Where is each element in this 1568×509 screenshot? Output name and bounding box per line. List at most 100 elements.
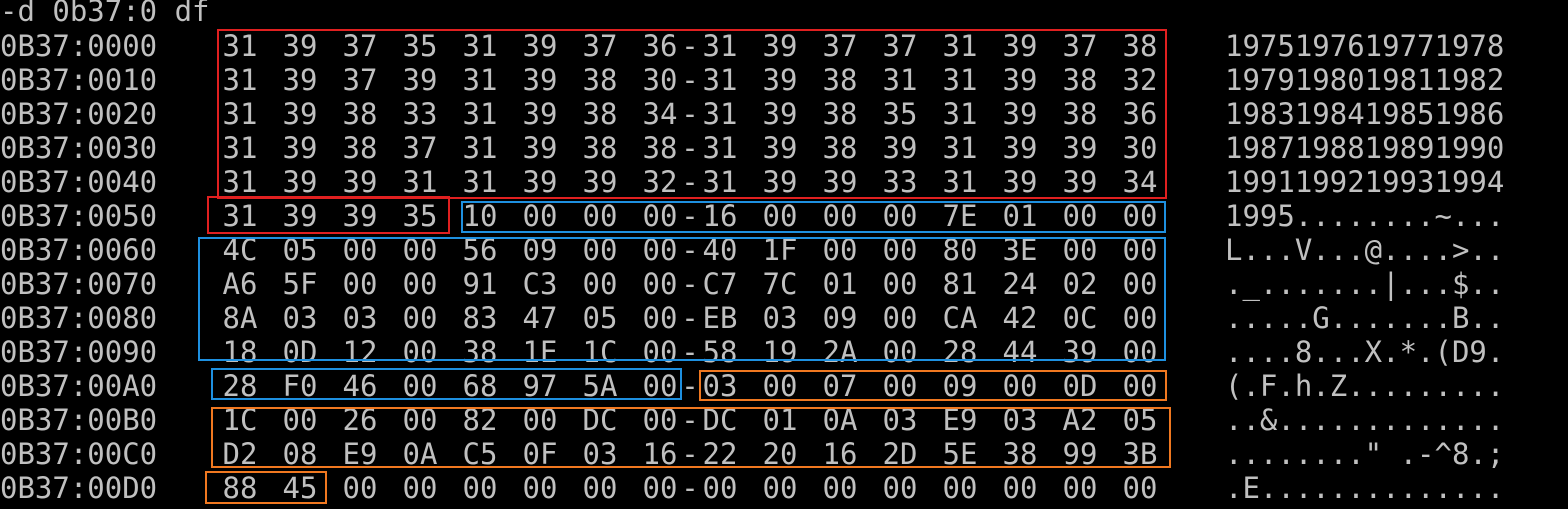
hex-byte: 05 bbox=[582, 301, 618, 335]
hex-byte: 28 bbox=[222, 369, 258, 403]
row-ascii: 1983198419851986 bbox=[1225, 97, 1505, 131]
hex-byte: 1C bbox=[582, 335, 618, 369]
hex-byte: 16 bbox=[642, 437, 678, 471]
hex-byte: C3 bbox=[522, 267, 558, 301]
hex-byte: 45 bbox=[282, 471, 318, 505]
hex-byte: 8A bbox=[222, 301, 258, 335]
hex-byte: 38 bbox=[582, 63, 618, 97]
hex-byte: 31 bbox=[942, 63, 978, 97]
hex-byte: 38 bbox=[582, 97, 618, 131]
hex-byte: 31 bbox=[942, 165, 978, 199]
hex-byte: 7C bbox=[762, 267, 798, 301]
hex-byte: 00 bbox=[882, 335, 918, 369]
hex-byte: 00 bbox=[342, 471, 378, 505]
dump-row: 0B37:0040 31 39 39 31 31 39 39 32 31 39 39 33 31 39 39 3… bbox=[0, 165, 1568, 199]
hex-byte: 31 bbox=[942, 29, 978, 63]
hex-byte: 46 bbox=[342, 369, 378, 403]
hex-byte: F0 bbox=[282, 369, 318, 403]
hex-byte: 35 bbox=[402, 29, 438, 63]
row-ascii: .....G.......B.. bbox=[1225, 301, 1505, 335]
hex-byte: 00 bbox=[1122, 199, 1158, 233]
hex-byte: 37 bbox=[822, 29, 858, 63]
hex-byte: 38 bbox=[582, 131, 618, 165]
hex-byte: 16 bbox=[822, 437, 858, 471]
hex-byte: A2 bbox=[1062, 403, 1098, 437]
row-address: 0B37:00D0 bbox=[0, 471, 158, 505]
hex-byte: 31 bbox=[402, 165, 438, 199]
hex-byte: 47 bbox=[522, 301, 558, 335]
hex-byte: 03 bbox=[582, 437, 618, 471]
hex-byte: 39 bbox=[582, 165, 618, 199]
hex-byte: 2A bbox=[822, 335, 858, 369]
hex-byte: 34 bbox=[1122, 165, 1158, 199]
row-ascii: (.F.h.Z......... bbox=[1225, 369, 1505, 403]
hex-byte: 39 bbox=[1002, 131, 1038, 165]
hex-byte: 39 bbox=[282, 165, 318, 199]
hex-byte: 39 bbox=[1002, 63, 1038, 97]
hex-byte: 00 bbox=[402, 233, 438, 267]
hex-byte: 12 bbox=[342, 335, 378, 369]
hex-byte: D2 bbox=[222, 437, 258, 471]
hex-byte: 03 bbox=[1002, 403, 1038, 437]
hex-byte: 00 bbox=[642, 199, 678, 233]
hex-byte: 33 bbox=[882, 165, 918, 199]
hex-byte: 00 bbox=[522, 403, 558, 437]
hex-byte: 00 bbox=[582, 471, 618, 505]
hex-byte: 39 bbox=[522, 63, 558, 97]
hex-byte: 31 bbox=[222, 131, 258, 165]
dump-row: 0B37:00D0 88 45 00 00 00 00 00 00 00 00 00 00 00 00 00 0… bbox=[0, 471, 1568, 505]
hex-byte: 00 bbox=[882, 233, 918, 267]
hex-byte: 39 bbox=[1062, 131, 1098, 165]
row-ascii: ........" .-^8.; bbox=[1225, 437, 1505, 471]
hex-byte: 39 bbox=[1002, 97, 1038, 131]
hex-byte: 00 bbox=[642, 233, 678, 267]
hex-byte: 88 bbox=[222, 471, 258, 505]
row-ascii: ....8...X.*.(D9. bbox=[1225, 335, 1505, 369]
hex-byte: 00 bbox=[762, 471, 798, 505]
hex-byte: 00 bbox=[822, 233, 858, 267]
hex-byte: 32 bbox=[642, 165, 678, 199]
hex-byte: A6 bbox=[222, 267, 258, 301]
hex-byte: 30 bbox=[642, 63, 678, 97]
hex-byte: 00 bbox=[882, 301, 918, 335]
row-address: 0B37:0030 bbox=[0, 131, 158, 165]
byte-separator: - bbox=[681, 165, 699, 199]
row-address: 0B37:0050 bbox=[0, 199, 158, 233]
hex-byte: 0F bbox=[522, 437, 558, 471]
hex-byte: 00 bbox=[522, 471, 558, 505]
command-line: -d 0b37:0 df bbox=[0, 0, 210, 28]
hex-byte: 38 bbox=[642, 131, 678, 165]
row-address: 0B37:0010 bbox=[0, 63, 158, 97]
hex-byte: 31 bbox=[222, 29, 258, 63]
hex-byte: 83 bbox=[462, 301, 498, 335]
hex-byte: 32 bbox=[1122, 63, 1158, 97]
hex-byte: 39 bbox=[522, 131, 558, 165]
hex-byte: 00 bbox=[1122, 369, 1158, 403]
hex-byte: 68 bbox=[462, 369, 498, 403]
hex-byte: 37 bbox=[1062, 29, 1098, 63]
hex-byte: 44 bbox=[1002, 335, 1038, 369]
hex-byte: 31 bbox=[462, 29, 498, 63]
byte-separator: - bbox=[681, 369, 699, 403]
hex-byte: 00 bbox=[282, 403, 318, 437]
hex-byte: 0D bbox=[1062, 369, 1098, 403]
hex-byte: 00 bbox=[642, 267, 678, 301]
row-address: 0B37:00B0 bbox=[0, 403, 158, 437]
row-address: 0B37:0070 bbox=[0, 267, 158, 301]
hex-byte: 00 bbox=[702, 471, 738, 505]
dump-row: 0B37:0070 A6 5F 00 00 91 C3 00 00 C7 7C 01 00 81 24 02 0… bbox=[0, 267, 1568, 301]
hex-byte: 56 bbox=[462, 233, 498, 267]
hex-byte: 3B bbox=[1122, 437, 1158, 471]
hex-byte: 0C bbox=[1062, 301, 1098, 335]
hex-byte: 08 bbox=[282, 437, 318, 471]
byte-separator: - bbox=[681, 131, 699, 165]
hex-byte: 00 bbox=[582, 233, 618, 267]
hex-byte: 00 bbox=[762, 369, 798, 403]
hex-byte: 00 bbox=[1122, 301, 1158, 335]
hex-byte: 39 bbox=[522, 29, 558, 63]
hex-byte: 30 bbox=[1122, 131, 1158, 165]
hex-byte: 38 bbox=[822, 63, 858, 97]
hex-byte: 00 bbox=[882, 471, 918, 505]
hex-byte: 34 bbox=[642, 97, 678, 131]
hex-byte: DC bbox=[702, 403, 738, 437]
